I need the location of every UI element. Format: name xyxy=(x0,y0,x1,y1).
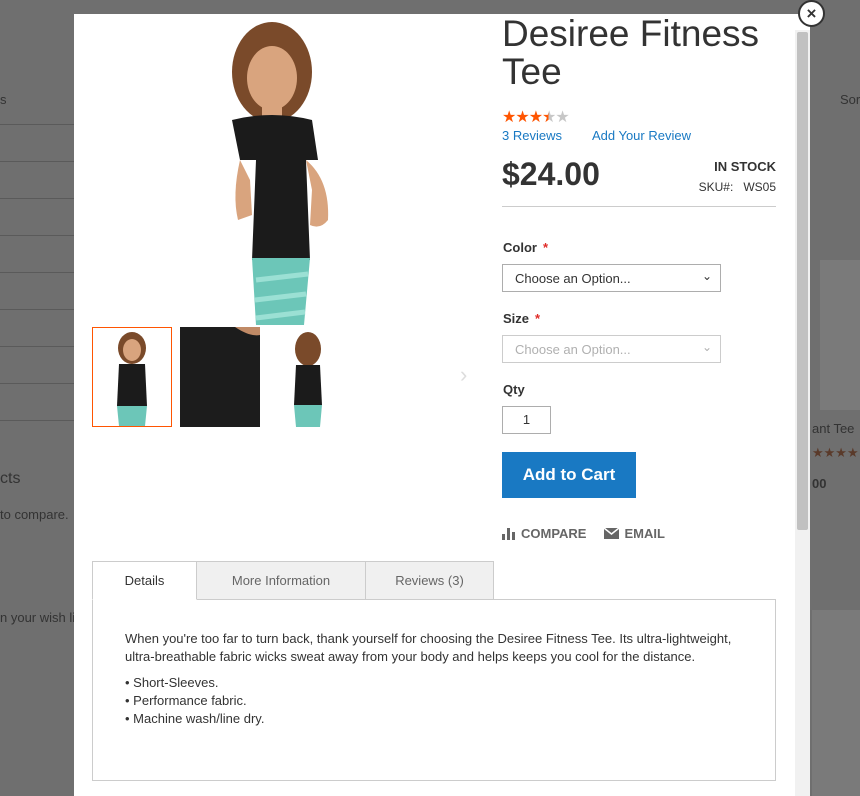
qty-label: Qty xyxy=(503,382,525,397)
star-half-icon: ★ xyxy=(542,109,556,126)
rating-stars: ★★★★★ xyxy=(502,107,570,127)
product-description: When you're too far to turn back, thank … xyxy=(125,631,732,664)
product-actions: COMPARE EMAIL xyxy=(502,526,665,541)
tab-more-information[interactable]: More Information xyxy=(196,561,366,600)
thumbnail-strip xyxy=(92,327,348,427)
star-icon: ★ xyxy=(515,109,529,126)
required-mark: * xyxy=(535,311,541,326)
size-select[interactable]: Choose an Option... ⌄ xyxy=(502,335,721,363)
size-label: Size * xyxy=(503,311,540,326)
compare-icon xyxy=(502,527,515,540)
thumbnail-detail[interactable] xyxy=(180,327,260,427)
bg-divider xyxy=(0,420,74,421)
bg-text: n your wish li xyxy=(0,610,76,625)
bg-divider xyxy=(0,272,74,273)
color-label-text: Color xyxy=(503,240,537,255)
reviews-link[interactable]: 3 Reviews xyxy=(502,128,562,143)
star-icon: ★ xyxy=(528,109,543,126)
color-select-value: Choose an Option... xyxy=(515,271,631,286)
feature-item: • Performance fabric. xyxy=(125,693,247,708)
bg-text: cts xyxy=(0,470,21,487)
color-label: Color * xyxy=(503,240,548,255)
bg-divider xyxy=(0,383,74,384)
bg-product-image xyxy=(820,260,860,410)
bg-divider xyxy=(0,235,74,236)
compare-label: COMPARE xyxy=(521,526,587,541)
compare-link[interactable]: COMPARE xyxy=(502,526,586,541)
tab-details[interactable]: Details xyxy=(92,561,197,600)
divider xyxy=(502,206,776,207)
chevron-down-icon: ⌄ xyxy=(701,269,712,283)
bg-product-image xyxy=(812,610,860,796)
email-label: EMAIL xyxy=(624,526,665,541)
sku: SKU#: WS05 xyxy=(690,180,776,194)
qty-input[interactable]: 1 xyxy=(502,406,551,434)
tab-reviews[interactable]: Reviews (3) xyxy=(365,561,494,600)
modal-scroll-thumb[interactable] xyxy=(797,32,808,530)
email-link[interactable]: EMAIL xyxy=(604,526,665,541)
bg-divider xyxy=(0,161,74,162)
bg-text: to compare. xyxy=(0,507,69,522)
bg-rating: ★★★★ xyxy=(812,445,859,460)
bg-text: ant Tee xyxy=(812,421,855,436)
email-icon xyxy=(604,528,620,539)
bg-text: s xyxy=(0,92,7,107)
stock-status: IN STOCK xyxy=(714,159,776,174)
bg-divider xyxy=(0,124,74,125)
star-empty-icon: ★ xyxy=(555,109,569,126)
feature-item: • Machine wash/line dry. xyxy=(125,711,265,726)
sku-value: WS05 xyxy=(743,180,776,194)
product-tabs: Details More Information Reviews (3) xyxy=(92,561,494,600)
bg-text: 00 xyxy=(812,476,827,491)
thumbnail-front[interactable] xyxy=(92,327,172,427)
star-icon: ★ xyxy=(502,109,516,126)
close-icon[interactable]: × xyxy=(798,0,825,27)
chevron-down-icon: ⌄ xyxy=(701,340,712,354)
product-main-image[interactable] xyxy=(160,20,390,325)
review-links: 3 Reviews Add Your Review xyxy=(502,128,691,143)
bg-text: Sor xyxy=(840,92,860,107)
size-label-text: Size xyxy=(503,311,530,326)
thumbnail-back[interactable] xyxy=(268,327,348,427)
sku-label: SKU#: xyxy=(698,180,734,194)
color-select[interactable]: Choose an Option... ⌄ xyxy=(502,264,721,292)
add-to-cart-button[interactable]: Add to Cart xyxy=(502,452,636,498)
product-title: Desiree Fitness Tee xyxy=(502,13,760,92)
bg-divider xyxy=(0,309,74,310)
bg-divider xyxy=(0,198,74,199)
add-review-link[interactable]: Add Your Review xyxy=(592,128,691,143)
size-select-value: Choose an Option... xyxy=(515,342,631,357)
product-price: $24.00 xyxy=(502,156,600,192)
thumb-next-icon[interactable]: › xyxy=(460,362,467,388)
required-mark: * xyxy=(542,240,549,255)
feature-item: • Short-Sleeves. xyxy=(125,675,219,690)
bg-divider xyxy=(0,346,74,347)
details-panel: When you're too far to turn back, thank … xyxy=(92,599,776,781)
